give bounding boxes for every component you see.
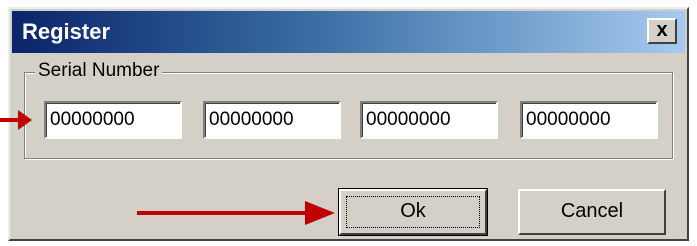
serial-field-3[interactable]	[360, 101, 498, 139]
close-button[interactable]: x	[647, 18, 677, 44]
cancel-button-label: Cancel	[560, 200, 624, 222]
serial-field-4[interactable]	[520, 101, 658, 139]
serial-field-1[interactable]	[44, 101, 182, 139]
ok-button[interactable]: Ok	[338, 188, 488, 236]
serial-field-2[interactable]	[203, 101, 341, 139]
serial-number-group: Serial Number	[24, 60, 673, 159]
annotation-arrow-left	[0, 110, 32, 130]
ok-button-label: Ok	[400, 200, 426, 222]
serial-number-label: Serial Number	[35, 60, 163, 82]
dialog-title: Register	[22, 19, 111, 44]
annotation-arrow-ok	[137, 201, 335, 225]
cancel-button[interactable]: Cancel	[518, 189, 666, 235]
close-icon: x	[656, 19, 668, 41]
title-bar[interactable]: Register x	[12, 11, 685, 53]
register-dialog: Register x Serial Number Ok Cancel	[8, 7, 689, 241]
